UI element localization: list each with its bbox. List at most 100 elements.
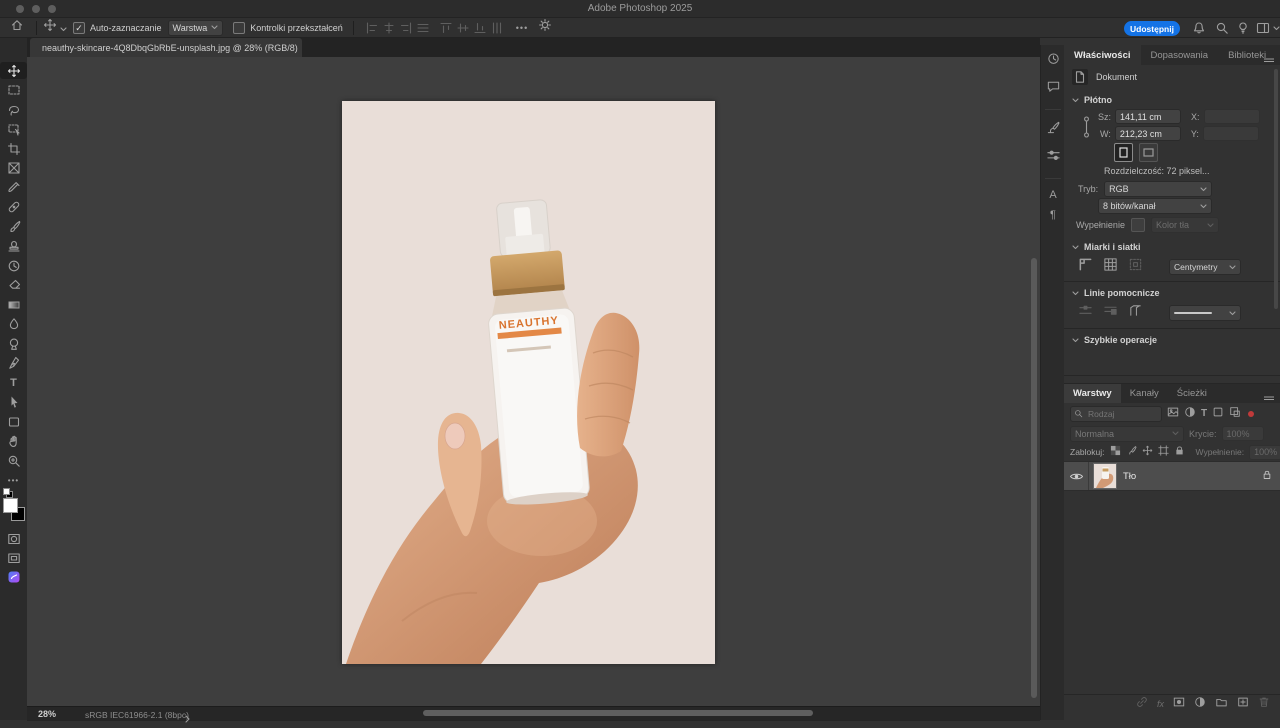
distribute-vertical-icon[interactable] xyxy=(489,21,506,34)
lasso-tool[interactable] xyxy=(0,101,27,118)
edit-toolbar-icon[interactable]: ••• xyxy=(0,472,27,489)
layer-lock-badge-icon[interactable] xyxy=(1262,467,1272,485)
eraser-tool[interactable] xyxy=(0,277,27,294)
layers-empty-area[interactable] xyxy=(1064,491,1280,694)
layer-name[interactable]: Tło xyxy=(1123,471,1262,482)
move-tool-preset-icon[interactable] xyxy=(43,18,57,37)
tab-warstwy[interactable]: Warstwy xyxy=(1064,384,1121,403)
layers-panel-menu-icon[interactable] xyxy=(1264,390,1274,408)
paragraph-panel-icon[interactable]: ¶ xyxy=(1050,209,1056,221)
crop-tool[interactable] xyxy=(0,140,27,157)
gradient-tool[interactable] xyxy=(0,296,27,313)
tab-dopasowania[interactable]: Dopasowania xyxy=(1141,45,1219,65)
zoom-tool[interactable] xyxy=(0,452,27,469)
healing-brush-tool[interactable] xyxy=(0,199,27,216)
new-group-icon[interactable] xyxy=(1215,695,1228,713)
notes-panel-icon[interactable] xyxy=(1046,79,1061,99)
align-middle-icon[interactable] xyxy=(455,21,472,34)
auto-select-mode-dropdown[interactable]: Warstwa xyxy=(168,20,224,36)
add-layer-mask-icon[interactable] xyxy=(1173,695,1185,713)
new-guide-layout-icon[interactable] xyxy=(1128,303,1143,323)
new-adjustment-layer-icon[interactable] xyxy=(1194,695,1206,713)
rulers-toggle-icon[interactable] xyxy=(1078,257,1093,277)
history-brush-tool[interactable] xyxy=(0,257,27,274)
lock-artboard-icon[interactable] xyxy=(1158,443,1169,461)
portrait-orientation-button[interactable] xyxy=(1114,143,1133,162)
guides-toggle-icon[interactable] xyxy=(1078,303,1093,323)
workspace-settings-gear-icon[interactable] xyxy=(538,18,552,37)
eyedropper-tool[interactable] xyxy=(0,179,27,196)
panel-menu-icon[interactable] xyxy=(1264,52,1274,70)
brush-tool[interactable] xyxy=(0,218,27,235)
auto-select-checkbox[interactable]: ✓ xyxy=(73,22,85,34)
path-selection-tool[interactable] xyxy=(0,394,27,411)
lock-transparency-icon[interactable] xyxy=(1110,443,1121,461)
search-icon[interactable] xyxy=(1215,21,1229,40)
character-panel-icon[interactable]: A xyxy=(1049,189,1056,201)
dodge-tool[interactable] xyxy=(0,335,27,352)
filter-shape-layers-icon[interactable] xyxy=(1212,405,1224,423)
lock-pixels-icon[interactable] xyxy=(1126,443,1137,461)
canvas-section-header[interactable]: Płótno xyxy=(1064,89,1280,109)
properties-scrollbar-thumb[interactable] xyxy=(1274,69,1278,309)
clone-stamp-tool[interactable] xyxy=(0,238,27,255)
tab-wlasciwosci[interactable]: Właściwości xyxy=(1064,45,1141,65)
rectangular-marquee-tool[interactable] xyxy=(0,82,27,99)
more-options-icon[interactable]: ••• xyxy=(516,23,528,33)
foreground-color-swatch[interactable] xyxy=(3,498,18,513)
ruler-units-dropdown[interactable]: Centymetry xyxy=(1169,259,1241,275)
object-selection-tool[interactable] xyxy=(0,121,27,138)
guides-section-header[interactable]: Linie pomocnicze xyxy=(1072,288,1160,298)
pen-tool[interactable] xyxy=(0,355,27,372)
share-button[interactable]: Udostępnij xyxy=(1124,21,1180,36)
status-options-chevron-icon[interactable] xyxy=(185,710,190,728)
width-field[interactable]: 141,11 cm xyxy=(1115,109,1181,124)
filter-adjustment-layers-icon[interactable] xyxy=(1184,405,1196,423)
tab-sciezki[interactable]: Ścieżki xyxy=(1168,384,1216,403)
document-tab[interactable]: neauthy-skincare-4Q8DbqGbRbE-unsplash.jp… xyxy=(30,38,302,57)
adjustments-sliders-panel-icon[interactable] xyxy=(1046,148,1061,168)
discover-lightbulb-icon[interactable] xyxy=(1236,21,1250,40)
layer-row[interactable]: Tło xyxy=(1064,461,1280,491)
tab-kanaly[interactable]: Kanały xyxy=(1121,384,1168,403)
pixel-grid-toggle-icon[interactable] xyxy=(1128,257,1143,277)
brush-settings-panel-icon[interactable] xyxy=(1046,120,1061,140)
layer-filter-search[interactable] xyxy=(1070,406,1162,422)
blur-tool[interactable] xyxy=(0,316,27,333)
new-layer-icon[interactable] xyxy=(1237,695,1249,713)
filter-pixel-layers-icon[interactable] xyxy=(1167,405,1179,423)
layer-visibility-eye-icon[interactable] xyxy=(1064,462,1089,490)
vertical-scrollbar-thumb[interactable] xyxy=(1031,258,1037,698)
color-mode-dropdown[interactable]: RGB xyxy=(1104,181,1212,197)
preset-chevron-icon[interactable] xyxy=(60,19,67,37)
quick-mask-mode-button[interactable] xyxy=(0,530,27,547)
transform-controls-checkbox[interactable] xyxy=(233,22,245,34)
filter-type-layers-icon[interactable]: T xyxy=(1201,408,1207,419)
layer-thumbnail[interactable] xyxy=(1094,464,1116,488)
distribute-horizontal-icon[interactable] xyxy=(415,21,432,34)
history-panel-icon[interactable] xyxy=(1046,51,1061,71)
dimensions-link-icon[interactable] xyxy=(1082,115,1091,144)
align-top-icon[interactable] xyxy=(438,21,455,34)
workspace-switcher-icon[interactable] xyxy=(1256,21,1280,35)
lock-position-icon[interactable] xyxy=(1142,443,1153,461)
horizontal-scrollbar-thumb[interactable] xyxy=(423,710,813,716)
align-right-icon[interactable] xyxy=(398,21,415,34)
landscape-orientation-button[interactable] xyxy=(1139,143,1158,162)
align-center-horizontal-icon[interactable] xyxy=(381,21,398,34)
align-bottom-icon[interactable] xyxy=(472,21,489,34)
rectangle-tool[interactable] xyxy=(0,413,27,430)
creative-cloud-share-icon[interactable] xyxy=(0,568,27,585)
canvas-fill-swatch[interactable] xyxy=(1131,218,1145,232)
filter-smart-objects-icon[interactable] xyxy=(1229,405,1241,423)
canvas-photo[interactable]: NEAUTHY xyxy=(342,101,715,664)
guide-style-dropdown[interactable] xyxy=(1169,305,1241,321)
frame-tool[interactable] xyxy=(0,160,27,177)
filter-enabled-toggle[interactable] xyxy=(1248,411,1254,417)
home-icon[interactable] xyxy=(10,18,24,37)
type-tool[interactable]: T xyxy=(0,374,27,391)
lock-all-icon[interactable] xyxy=(1174,443,1185,461)
height-field[interactable]: 212,23 cm xyxy=(1115,126,1181,141)
smart-guides-icon[interactable] xyxy=(1103,303,1118,323)
zoom-level-field[interactable]: 28% xyxy=(38,709,56,719)
